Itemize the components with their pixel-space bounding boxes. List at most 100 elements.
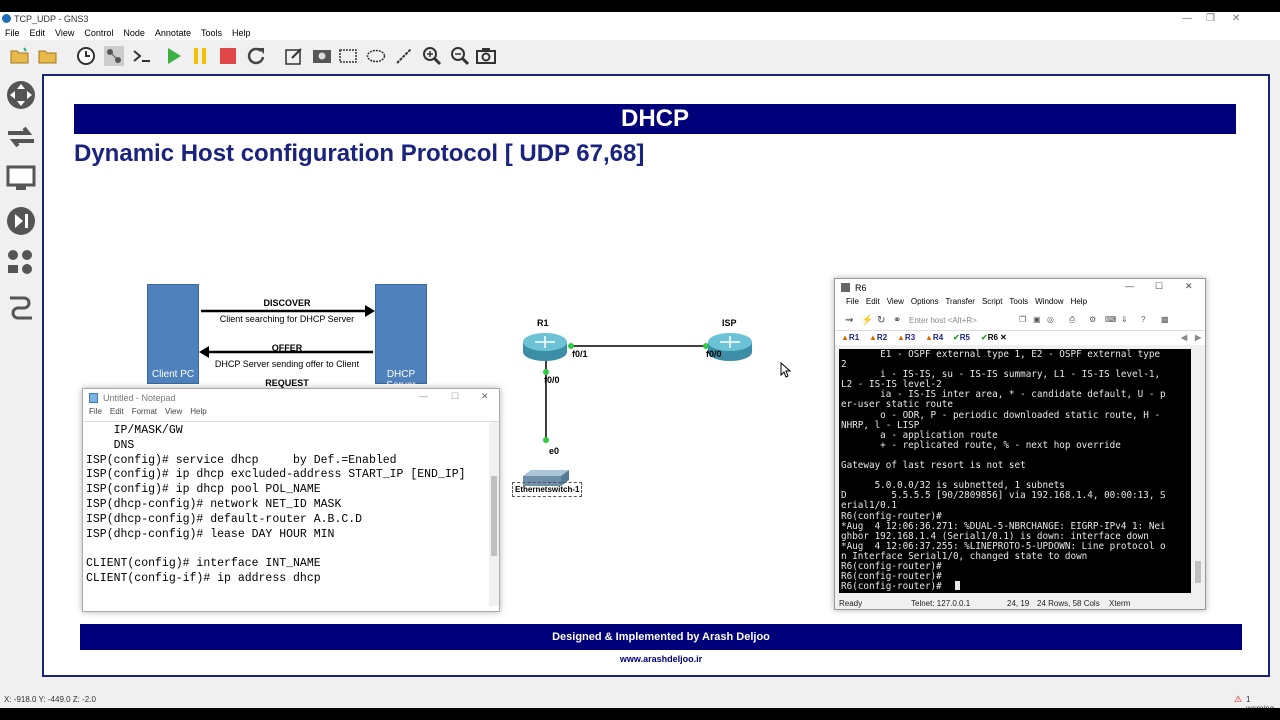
restore-icon[interactable]: ❐ [1206, 13, 1215, 24]
menu-view[interactable]: View [50, 26, 79, 38]
open-project-folder-icon[interactable] [38, 46, 58, 66]
paste-icon[interactable]: ▣ [1033, 315, 1041, 324]
insert-picture-icon[interactable] [312, 46, 332, 66]
browse-all-devices-icon[interactable] [6, 248, 36, 278]
minimize-icon[interactable]: — [1182, 13, 1192, 24]
suspend-all-icon[interactable] [190, 46, 210, 66]
enter-host-field[interactable]: Enter host <Alt+R> [909, 316, 977, 325]
router-r1-icon[interactable] [521, 332, 569, 362]
menu-edit[interactable]: Edit [25, 26, 51, 38]
slide-header: DHCP [74, 104, 1236, 134]
zoom-in-icon[interactable] [422, 46, 442, 66]
console-all-icon[interactable] [132, 46, 152, 66]
menu-annotate[interactable]: Annotate [150, 26, 196, 38]
draw-rectangle-icon[interactable] [338, 46, 358, 66]
clock-icon[interactable] [76, 46, 96, 66]
browse-end-devices-icon[interactable] [6, 164, 36, 194]
tab-r4[interactable]: ▲R4 [925, 333, 943, 342]
copy-icon[interactable]: ❐ [1019, 315, 1026, 324]
show-interface-labels-icon[interactable] [104, 46, 124, 66]
offer-label: OFFER [271, 343, 303, 353]
terminal-menu-file[interactable]: File [846, 297, 859, 306]
terminal-menu-transfer[interactable]: Transfer [945, 297, 975, 306]
terminal-menu-edit[interactable]: Edit [866, 297, 880, 306]
tab-r2[interactable]: ▲R2 [869, 333, 887, 342]
disconnect-icon[interactable]: ⚭ [893, 315, 901, 326]
terminal-menu: File Edit View Options Transfer Script Tools Wi… [835, 297, 1205, 311]
reconnect-icon[interactable]: ↻ [877, 315, 885, 326]
terminal-scrollbar[interactable] [1193, 349, 1203, 593]
menu-control[interactable]: Control [79, 26, 118, 38]
r1-f01-label: f0/1 [572, 349, 588, 359]
browse-switches-icon[interactable] [6, 122, 36, 152]
notepad-scrollbar[interactable] [489, 422, 499, 606]
terminal-menu-help[interactable]: Help [1071, 297, 1087, 306]
notepad-menu-format[interactable]: Format [132, 407, 157, 416]
add-link-icon[interactable] [6, 292, 36, 322]
notepad-menu-edit[interactable]: Edit [110, 407, 124, 416]
notepad-menu-file[interactable]: File [89, 407, 102, 416]
terminal-title: R6 [855, 283, 867, 293]
tab-r3[interactable]: ▲R3 [897, 333, 915, 342]
terminal-menu-options[interactable]: Options [911, 297, 939, 306]
find-icon[interactable]: ◎ [1047, 315, 1054, 324]
isp-f00-label: f0/0 [706, 349, 722, 359]
sftp-icon[interactable]: ⇓ [1121, 315, 1128, 324]
browse-security-devices-icon[interactable] [6, 206, 36, 236]
screenshot-camera-icon[interactable] [476, 46, 496, 66]
notepad-menu-help[interactable]: Help [190, 407, 206, 416]
notepad-maximize-icon[interactable]: ☐ [451, 391, 459, 402]
terminal-screen[interactable]: E1 - OSPF external type 1, E2 - OSPF ext… [839, 349, 1191, 593]
menu-help[interactable]: Help [227, 26, 256, 38]
lightning-icon[interactable]: ⚡ [861, 315, 873, 326]
mouse-pointer-icon [780, 362, 792, 378]
terminal-minimize-icon[interactable]: — [1125, 281, 1134, 291]
notepad-minimize-icon[interactable]: — [419, 391, 428, 401]
help-icon[interactable]: ? [1141, 315, 1145, 324]
toolbar [0, 40, 1280, 72]
add-note-icon[interactable] [284, 46, 304, 66]
tab-scroll-left-icon[interactable]: ◀ [1181, 333, 1187, 342]
connect-icon[interactable]: ⇝ [845, 315, 853, 326]
tab-r5[interactable]: ✔R5 [953, 333, 970, 342]
warning-icon[interactable]: ⚠ [1234, 694, 1242, 705]
tab-scroll-right-icon[interactable]: ▶ [1195, 333, 1201, 342]
client-pc-box: Client PC [147, 284, 199, 384]
start-all-icon[interactable] [164, 46, 184, 66]
settings-gear-icon[interactable]: ⚙ [1089, 315, 1096, 324]
draw-ellipse-icon[interactable] [366, 46, 386, 66]
reload-all-icon[interactable] [246, 46, 266, 66]
vertical-scrollbar[interactable] [1270, 74, 1280, 684]
window-title: TCP_UDP - GNS3 [14, 14, 89, 24]
new-project-folder-icon[interactable] [10, 46, 30, 66]
notepad-menu-view[interactable]: View [165, 407, 182, 416]
keymap-icon[interactable]: ⌨ [1105, 315, 1117, 324]
terminal-maximize-icon[interactable]: ☐ [1155, 281, 1163, 292]
tab-r1[interactable]: ▲R1 [841, 333, 859, 342]
terminal-menu-tools[interactable]: Tools [1009, 297, 1028, 306]
terminal-statusbar: Ready Telnet: 127.0.0.1 24, 19 24 Rows, … [835, 597, 1207, 611]
print-icon[interactable]: ⎙ [1069, 315, 1075, 325]
terminal-menu-script[interactable]: Script [982, 297, 1002, 306]
coordinates-readout: X: -918.0 Y: -449.0 Z: -2.0 [4, 695, 96, 704]
draw-line-icon[interactable] [394, 46, 414, 66]
zoom-out-icon[interactable] [450, 46, 470, 66]
stop-all-icon[interactable] [218, 46, 238, 66]
terminal-close-icon[interactable]: ✕ [1185, 281, 1193, 292]
notepad-close-icon[interactable]: ✕ [481, 391, 489, 402]
options-icon[interactable]: ▩ [1161, 315, 1169, 324]
notepad-text-area[interactable]: IP/MASK/GW DNS ISP(config)# service dhcp… [83, 421, 499, 606]
dhcp-server-box: DHCP Server [375, 284, 427, 391]
menu-tools[interactable]: Tools [196, 26, 227, 38]
menu-node[interactable]: Node [118, 26, 150, 38]
browse-routers-icon[interactable] [6, 80, 36, 110]
warning-count[interactable]: 1 warning [1246, 695, 1280, 708]
slide-website: www.arashdeljoo.ir [619, 654, 703, 664]
close-icon[interactable]: ✕ [1232, 13, 1240, 24]
tab-r6[interactable]: ✔R6 ✕ [981, 333, 1007, 342]
status-terminal-type: Xterm [1109, 599, 1131, 608]
menu-file[interactable]: File [0, 26, 25, 38]
terminal-menu-view[interactable]: View [887, 297, 904, 306]
horizontal-scrollbar[interactable] [42, 678, 1270, 688]
terminal-menu-window[interactable]: Window [1035, 297, 1063, 306]
